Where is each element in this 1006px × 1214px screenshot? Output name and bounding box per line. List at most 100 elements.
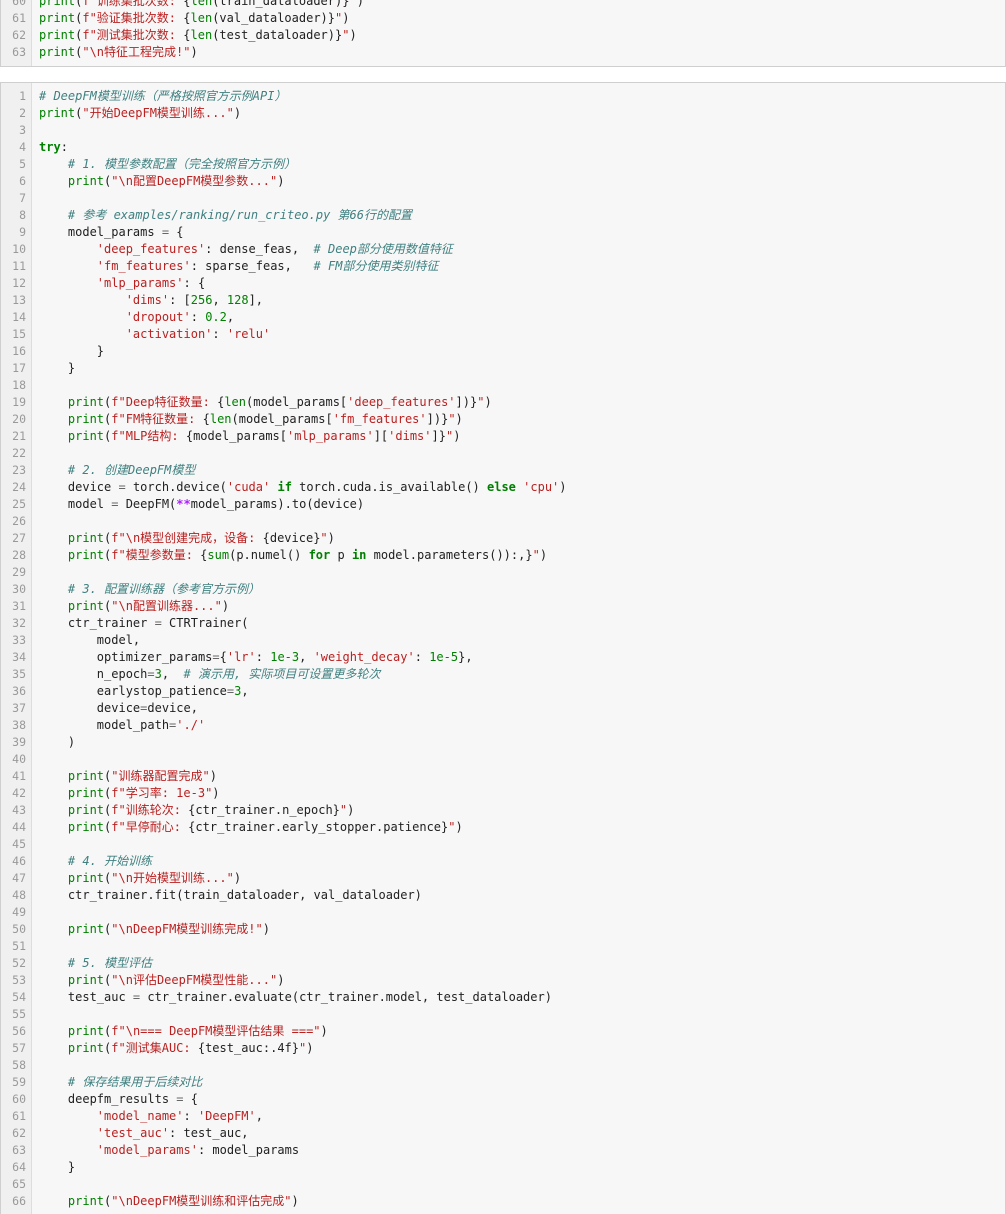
code-line[interactable]: 47 print("\n开始模型训练...") [1,870,1005,887]
code-line[interactable]: 50 print("\nDeepFM模型训练完成!") [1,921,1005,938]
code-line[interactable]: 40 [1,751,1005,768]
code-text[interactable]: earlystop_patience=3, [39,683,249,700]
code-line[interactable]: 57 print(f"测试集AUC: {test_auc:.4f}") [1,1040,1005,1057]
code-text[interactable]: print(f"\n模型创建完成，设备: {device}") [39,530,335,547]
code-line[interactable]: 3 [1,122,1005,139]
code-text[interactable]: model_path='./' [39,717,205,734]
code-line[interactable]: 59 # 保存结果用于后续对比 [1,1074,1005,1091]
code-text[interactable]: 'activation': 'relu' [39,326,271,343]
code-text[interactable]: # DeepFM模型训练（严格按照官方示例API） [39,88,286,105]
code-line[interactable]: 48 ctr_trainer.fit(train_dataloader, val… [1,887,1005,904]
code-line[interactable]: 46 # 4. 开始训练 [1,853,1005,870]
code-line[interactable]: 49 [1,904,1005,921]
code-line[interactable]: 43 print(f"训练轮次: {ctr_trainer.n_epoch}") [1,802,1005,819]
code-text[interactable]: 'dims': [256, 128], [39,292,263,309]
code-text[interactable]: 'model_params': model_params [39,1142,299,1159]
code-line[interactable]: 62 'test_auc': test_auc, [1,1125,1005,1142]
code-text[interactable]: print(f"训练轮次: {ctr_trainer.n_epoch}") [39,802,354,819]
code-line[interactable]: 19 print(f"Deep特征数量: {len(model_params['… [1,394,1005,411]
code-line[interactable]: 42 print(f"学习率: 1e-3") [1,785,1005,802]
code-line[interactable]: 36 earlystop_patience=3, [1,683,1005,700]
code-line[interactable]: 65 [1,1176,1005,1193]
code-text[interactable]: test_auc = ctr_trainer.evaluate(ctr_trai… [39,989,552,1006]
code-line[interactable]: 53 print("\n评估DeepFM模型性能...") [1,972,1005,989]
code-line[interactable]: 34 optimizer_params={'lr': 1e-3, 'weight… [1,649,1005,666]
code-line[interactable]: 20 print(f"FM特征数量: {len(model_params['fm… [1,411,1005,428]
code-line[interactable]: 54 test_auc = ctr_trainer.evaluate(ctr_t… [1,989,1005,1006]
code-text[interactable]: print(f"Deep特征数量: {len(model_params['dee… [39,394,492,411]
code-line[interactable]: 9 model_params = { [1,224,1005,241]
code-line[interactable]: 24 device = torch.device('cuda' if torch… [1,479,1005,496]
code-line[interactable]: 39 ) [1,734,1005,751]
code-line[interactable]: 41 print("训练器配置完成") [1,768,1005,785]
code-text[interactable]: print(f"验证集批次数: {len(val_dataloader)}") [39,10,349,27]
code-line[interactable]: 17 } [1,360,1005,377]
code-line[interactable]: 61 'model_name': 'DeepFM', [1,1108,1005,1125]
code-line[interactable]: 45 [1,836,1005,853]
code-text[interactable]: print(f"学习率: 1e-3") [39,785,220,802]
code-line[interactable]: 22 [1,445,1005,462]
code-text[interactable]: # 5. 模型评估 [39,955,152,972]
code-text[interactable]: print(f"测试集批次数: {len(test_dataloader)}") [39,27,357,44]
code-line[interactable]: 61 print(f"验证集批次数: {len(val_dataloader)}"… [1,10,1005,27]
code-line[interactable]: 63 'model_params': model_params [1,1142,1005,1159]
code-text[interactable]: print("开始DeepFM模型训练...") [39,105,241,122]
code-text[interactable]: } [39,360,75,377]
code-text[interactable]: print("\n配置训练器...") [39,598,229,615]
code-line[interactable]: 16 } [1,343,1005,360]
code-line[interactable]: 8 # 参考 examples/ranking/run_criteo.py 第6… [1,207,1005,224]
code-text[interactable]: } [39,1159,75,1176]
code-text[interactable]: # 1. 模型参数配置（完全按照官方示例） [39,156,296,173]
code-line[interactable]: 27 print(f"\n模型创建完成，设备: {device}") [1,530,1005,547]
code-text[interactable]: ctr_trainer = CTRTrainer( [39,615,249,632]
code-text[interactable]: print("训练器配置完成") [39,768,217,785]
code-text[interactable]: } [39,343,104,360]
code-line[interactable]: 56 print(f"\n=== DeepFM模型评估结果 ===") [1,1023,1005,1040]
code-line[interactable]: 11 'fm_features': sparse_feas, # FM部分使用类… [1,258,1005,275]
code-line[interactable]: 10 'deep_features': dense_feas, # Deep部分… [1,241,1005,258]
code-line[interactable]: 25 model = DeepFM(**model_params).to(dev… [1,496,1005,513]
code-text[interactable]: # 2. 创建DeepFM模型 [39,462,195,479]
code-line[interactable]: 28 print(f"模型参数量: {sum(p.numel() for p i… [1,547,1005,564]
code-text[interactable]: n_epoch=3, # 演示用, 实际项目可设置更多轮次 [39,666,381,683]
code-text[interactable]: 'fm_features': sparse_feas, # FM部分使用类别特征 [39,258,439,275]
code-text[interactable]: model = DeepFM(**model_params).to(device… [39,496,364,513]
code-text[interactable]: device=device, [39,700,198,717]
code-text[interactable]: 'mlp_params': { [39,275,205,292]
code-text[interactable]: 'deep_features': dense_feas, # Deep部分使用数… [39,241,453,258]
code-text[interactable]: 'model_name': 'DeepFM', [39,1108,263,1125]
code-line[interactable]: 66 print("\nDeepFM模型训练和评估完成") [1,1193,1005,1210]
code-text[interactable]: print(f"早停耐心: {ctr_trainer.early_stopper… [39,819,463,836]
code-text[interactable]: ) [39,734,75,751]
code-line[interactable]: 37 device=device, [1,700,1005,717]
code-line[interactable]: 4 try: [1,139,1005,156]
code-line[interactable]: 60 print(f"训练集批次数: {len(train_dataloader)… [1,0,1005,10]
code-line[interactable]: 62 print(f"测试集批次数: {len(test_dataloader)}… [1,27,1005,44]
code-cell-previous[interactable]: 60 print(f"训练集批次数: {len(train_dataloader)… [0,0,1006,67]
code-text[interactable]: print(f"测试集AUC: {test_auc:.4f}") [39,1040,314,1057]
code-line[interactable]: 7 [1,190,1005,207]
code-line[interactable]: 58 [1,1057,1005,1074]
code-text[interactable]: try: [39,139,68,156]
code-text[interactable]: print("\n配置DeepFM模型参数...") [39,173,285,190]
code-line[interactable]: 32 ctr_trainer = CTRTrainer( [1,615,1005,632]
code-line[interactable]: 64 } [1,1159,1005,1176]
code-cell-deepfm-training[interactable]: 1 # DeepFM模型训练（严格按照官方示例API） 2 print("开始Deep… [0,82,1006,1214]
code-line[interactable]: 2 print("开始DeepFM模型训练...") [1,105,1005,122]
code-line[interactable]: 26 [1,513,1005,530]
code-text[interactable]: print("\n特征工程完成!") [39,44,198,61]
code-line[interactable]: 14 'dropout': 0.2, [1,309,1005,326]
code-text[interactable]: # 3. 配置训练器（参考官方示例） [39,581,260,598]
code-text[interactable]: print(f"MLP结构: {model_params['mlp_params… [39,428,461,445]
code-text[interactable]: print(f"训练集批次数: {len(train_dataloader)}"… [39,0,364,10]
code-text[interactable]: optimizer_params={'lr': 1e-3, 'weight_de… [39,649,473,666]
code-line[interactable]: 52 # 5. 模型评估 [1,955,1005,972]
code-text[interactable]: print(f"\n=== DeepFM模型评估结果 ===") [39,1023,328,1040]
code-line[interactable]: 29 [1,564,1005,581]
code-text[interactable]: print("\n开始模型训练...") [39,870,241,887]
code-editor-lines[interactable]: 60 print(f"训练集批次数: {len(train_dataloader)… [1,0,1005,61]
code-text[interactable]: print("\nDeepFM模型训练和评估完成") [39,1193,299,1210]
code-text[interactable]: deepfm_results = { [39,1091,198,1108]
code-line[interactable]: 35 n_epoch=3, # 演示用, 实际项目可设置更多轮次 [1,666,1005,683]
code-line[interactable]: 55 [1,1006,1005,1023]
